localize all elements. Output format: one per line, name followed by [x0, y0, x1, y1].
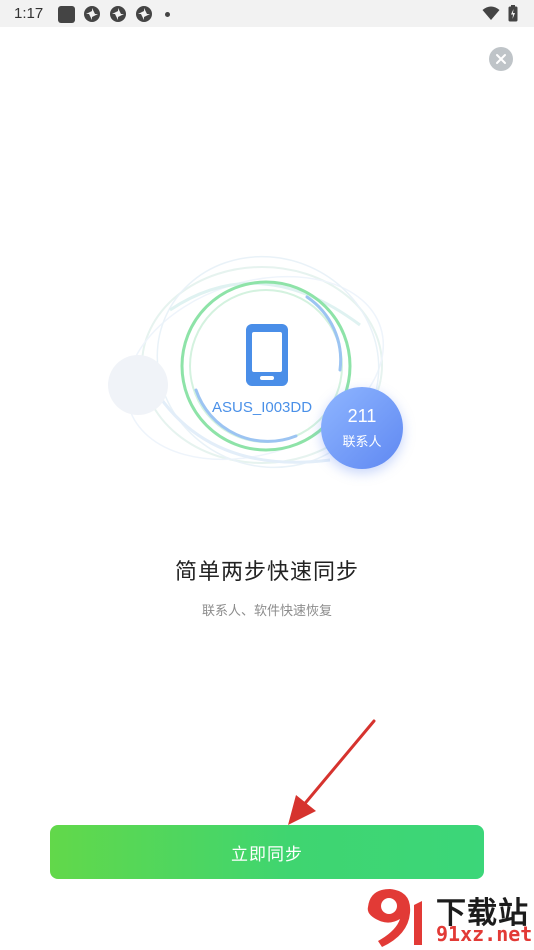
- notification-pinwheel-icon: [110, 6, 126, 22]
- phone-icon: [246, 324, 288, 386]
- status-bar: 1:17: [0, 0, 534, 27]
- red-arrow-annotation: [288, 719, 376, 825]
- contact-count-badge: 211 联系人: [321, 387, 403, 469]
- contact-count-label: 联系人: [342, 435, 382, 450]
- page-title: 简单两步快速同步: [174, 560, 359, 585]
- page-subtitle: 联系人、软件快速恢复: [201, 604, 332, 619]
- close-icon: [496, 54, 506, 64]
- more-notifications-icon: [165, 11, 170, 17]
- contact-count: 211: [347, 406, 377, 426]
- close-button[interactable]: [489, 47, 513, 71]
- battery-icon: [508, 5, 518, 22]
- watermark-url: 91xz.net: [436, 922, 533, 946]
- notification-square-icon: [58, 5, 75, 23]
- device-name: ASUS_I003DD: [212, 399, 313, 416]
- notification-pinwheel-icon: [136, 6, 152, 22]
- notification-icons: [58, 5, 170, 23]
- status-time: 1:17: [14, 5, 44, 22]
- notification-pinwheel-icon: [84, 6, 100, 22]
- wifi-icon: [482, 6, 500, 20]
- sync-now-button[interactable]: 立即同步: [50, 825, 484, 879]
